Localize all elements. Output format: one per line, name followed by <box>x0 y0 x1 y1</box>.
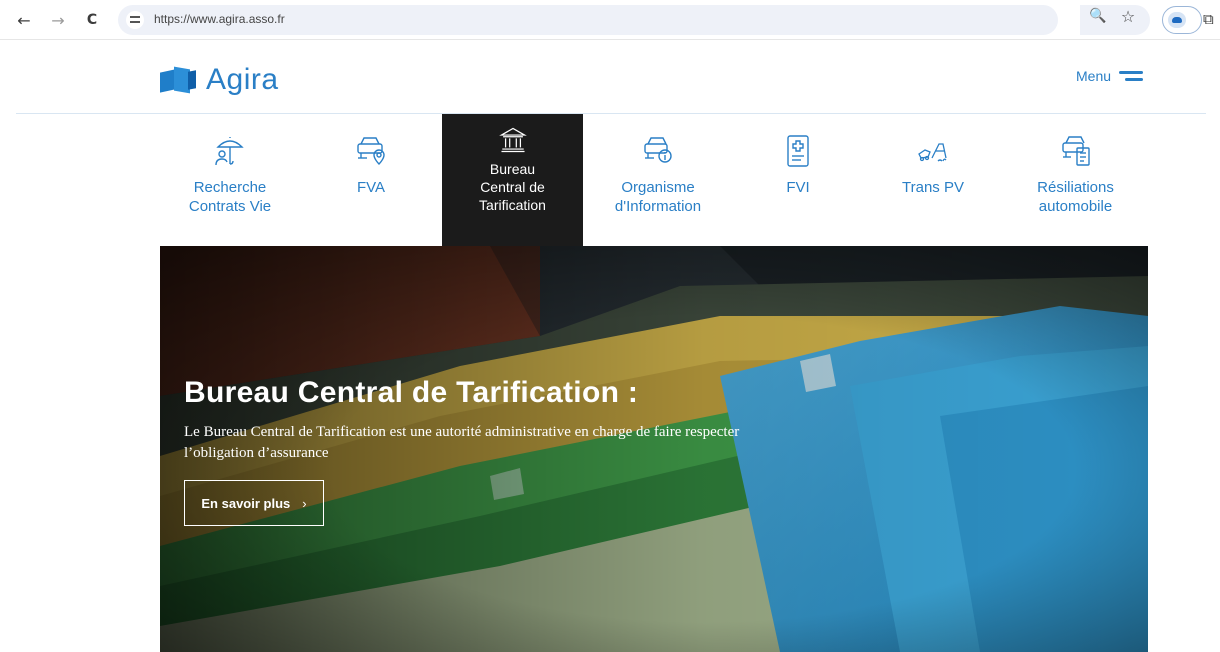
institution-icon <box>498 126 527 154</box>
back-button[interactable]: ← <box>12 8 36 32</box>
menu-label: Menu <box>1076 68 1112 84</box>
service-label: Organisme d'Information <box>614 179 702 215</box>
car-accident-icon <box>916 134 950 168</box>
medical-document-icon <box>781 134 815 168</box>
service-label: Recherche Contrats Vie <box>188 179 272 215</box>
reload-button[interactable]: C <box>80 8 104 32</box>
hero-banner: Bureau Central de Tarification : Le Bure… <box>160 246 1148 652</box>
learn-more-button[interactable]: En savoir plus › <box>184 480 324 526</box>
hero-description: Le Bureau Central de Tarification est un… <box>184 424 740 461</box>
car-location-icon <box>354 134 388 168</box>
car-info-icon <box>641 134 675 168</box>
service-fva[interactable]: FVA <box>300 114 442 246</box>
service-label: Trans PV <box>902 179 964 196</box>
chevron-right-icon: › <box>302 495 307 511</box>
service-organisme-information[interactable]: Organisme d'Information <box>583 114 733 246</box>
logo-mark-icon <box>160 65 196 95</box>
learn-more-label: En savoir plus <box>201 495 291 511</box>
extensions-puzzle-icon[interactable]: ⧉ <box>1203 10 1220 30</box>
site-settings-icon[interactable] <box>126 11 144 29</box>
umbrella-person-icon <box>213 134 247 168</box>
hamburger-icon <box>1119 70 1144 82</box>
browser-toolbar: ← → C https://www.agira.asso.fr 🔍 ☆ ⧉ <box>0 0 1220 40</box>
service-resiliations-automobile[interactable]: Résiliations automobile <box>1003 114 1148 246</box>
bookmark-star-icon[interactable]: ☆ <box>1118 6 1138 26</box>
logo-text: Agira <box>206 63 279 96</box>
car-document-icon <box>1059 134 1093 168</box>
services-nav: Recherche Contrats Vie FVA Bureau Centra… <box>160 114 1148 246</box>
service-label: Résiliations automobile <box>1037 179 1114 215</box>
address-bar[interactable]: https://www.agira.asso.fr <box>118 5 1058 35</box>
site-logo[interactable]: Agira <box>160 60 279 100</box>
address-bar-gap <box>1058 5 1080 35</box>
url-text[interactable]: https://www.agira.asso.fr <box>154 12 285 26</box>
service-label: Bureau Central de Tarification <box>479 161 546 213</box>
service-label: FVI <box>786 179 810 196</box>
service-bureau-central-tarification[interactable]: Bureau Central de Tarification <box>442 114 583 246</box>
cloud-extension-icon[interactable] <box>1168 12 1186 28</box>
service-fvi[interactable]: FVI <box>733 114 863 246</box>
zoom-icon[interactable]: 🔍 <box>1088 6 1108 26</box>
forward-button[interactable]: → <box>46 8 70 32</box>
service-label: FVA <box>356 179 386 196</box>
service-trans-pv[interactable]: Trans PV <box>863 114 1003 246</box>
service-recherche-contrats-vie[interactable]: Recherche Contrats Vie <box>160 114 300 246</box>
hero-title: Bureau Central de Tarification : <box>184 376 639 409</box>
menu-button[interactable]: Menu <box>1076 68 1144 84</box>
